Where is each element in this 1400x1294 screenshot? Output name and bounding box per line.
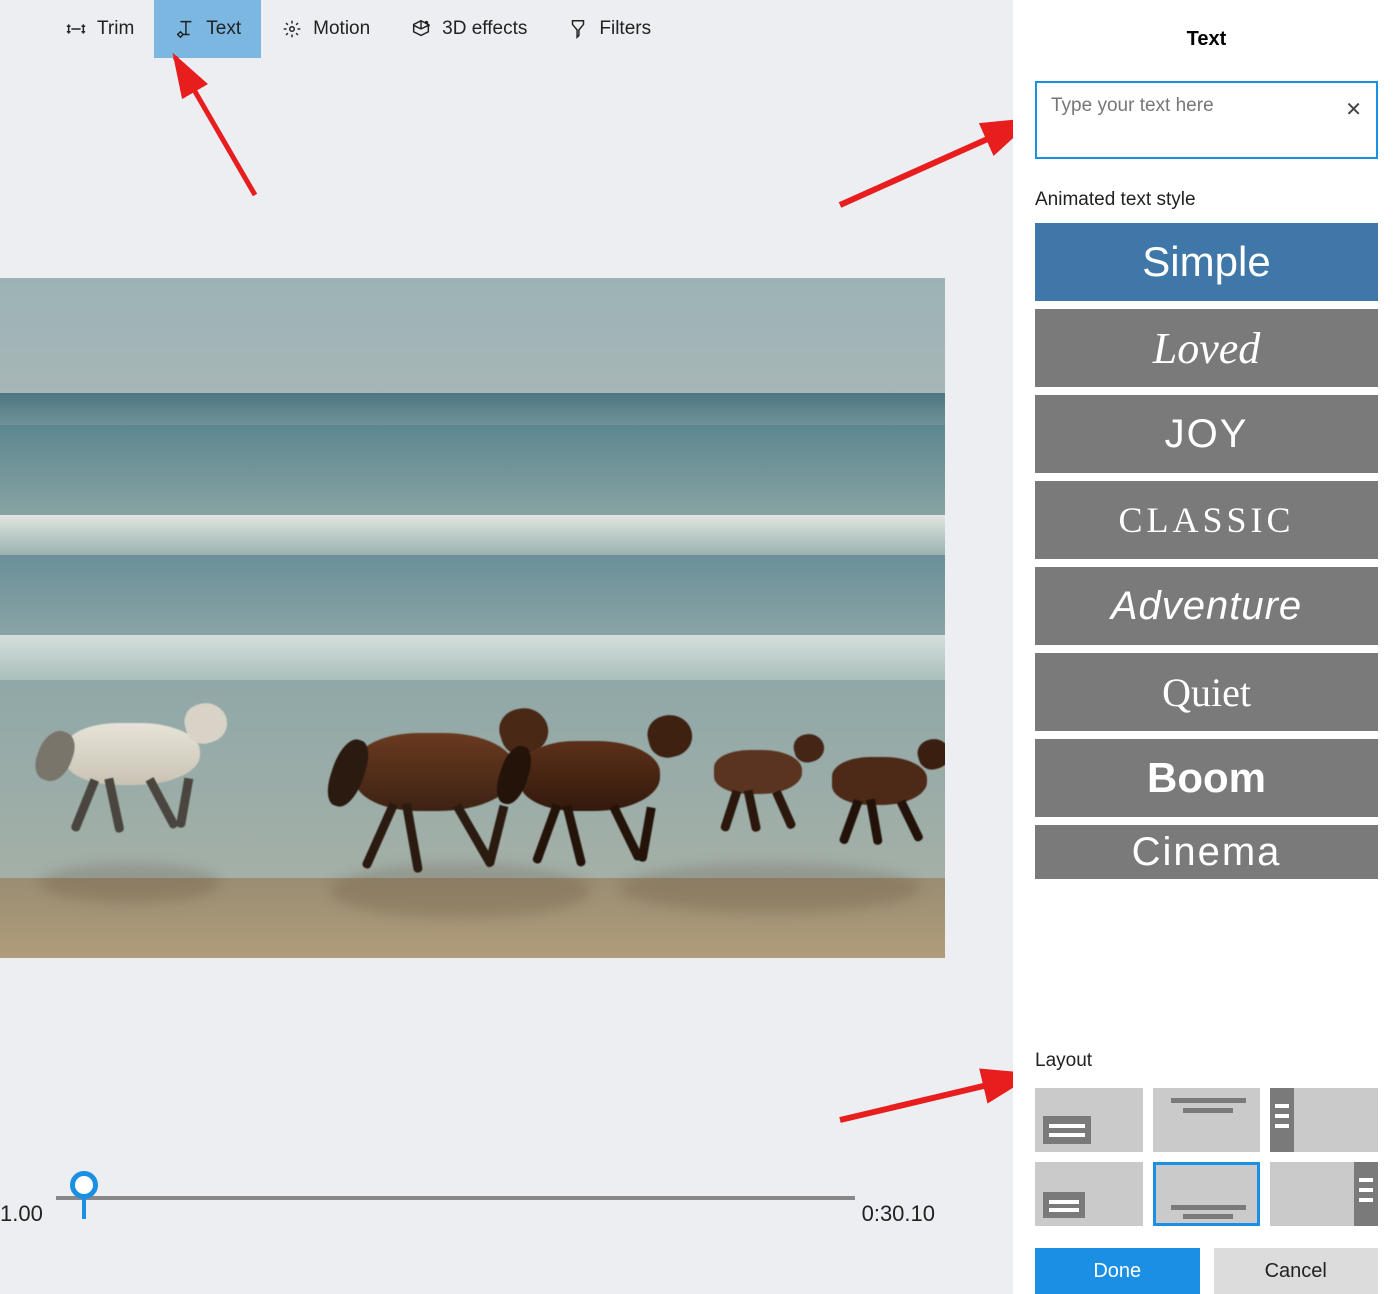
- timeline-end-time: 0:30.10: [862, 1201, 935, 1227]
- filters-button[interactable]: Filters: [547, 0, 671, 58]
- text-style-simple[interactable]: Simple: [1035, 223, 1378, 301]
- text-style-loved[interactable]: Loved: [1035, 309, 1378, 387]
- text-style-joy[interactable]: JOY: [1035, 395, 1378, 473]
- 3d-effects-icon: [410, 18, 432, 40]
- annotation-arrow-layout: [830, 1060, 1040, 1130]
- layout-option-3[interactable]: [1035, 1162, 1143, 1226]
- timeline-playhead[interactable]: [70, 1171, 98, 1199]
- motion-icon: [281, 18, 303, 40]
- motion-button[interactable]: Motion: [261, 0, 390, 58]
- text-style-cinema[interactable]: Cinema: [1035, 825, 1378, 879]
- layout-option-1[interactable]: [1153, 1088, 1261, 1152]
- style-section-label: Animated text style: [1013, 189, 1400, 223]
- cancel-button[interactable]: Cancel: [1214, 1248, 1379, 1294]
- text-style-adventure[interactable]: Adventure: [1035, 567, 1378, 645]
- text-style-quiet[interactable]: Quiet: [1035, 653, 1378, 731]
- editor-main-area: Trim Text Motion 3D effects Filters: [0, 0, 1013, 1294]
- text-panel: Text ✕ Animated text style Simple Loved …: [1013, 0, 1400, 1294]
- filters-label: Filters: [599, 18, 651, 40]
- done-button[interactable]: Done: [1035, 1248, 1200, 1294]
- layout-option-0[interactable]: [1035, 1088, 1143, 1152]
- annotation-arrow-text-input: [830, 105, 1040, 215]
- motion-label: Motion: [313, 18, 370, 40]
- layout-section: Layout: [1013, 1036, 1400, 1226]
- annotation-arrow-text-tool: [160, 45, 280, 205]
- text-input[interactable]: [1051, 95, 1362, 117]
- panel-action-buttons: Done Cancel: [1013, 1226, 1400, 1294]
- trim-icon: [65, 18, 87, 40]
- text-input-container: ✕: [1035, 81, 1378, 159]
- text-label: Text: [206, 18, 241, 40]
- trim-label: Trim: [97, 18, 134, 40]
- layout-option-4[interactable]: [1153, 1162, 1261, 1226]
- clear-text-icon[interactable]: ✕: [1345, 97, 1362, 122]
- video-preview[interactable]: [0, 278, 945, 958]
- 3d-effects-button[interactable]: 3D effects: [390, 0, 547, 58]
- text-button[interactable]: Text: [154, 0, 261, 58]
- timeline-start-time: 1.00: [0, 1201, 43, 1227]
- editor-toolbar: Trim Text Motion 3D effects Filters: [0, 0, 1013, 58]
- text-style-classic[interactable]: CLASSIC: [1035, 481, 1378, 559]
- 3d-effects-label: 3D effects: [442, 18, 527, 40]
- filters-icon: [567, 18, 589, 40]
- layout-option-2[interactable]: [1270, 1088, 1378, 1152]
- timeline-track[interactable]: [56, 1196, 855, 1200]
- timeline: 1.00 0:30.10: [0, 1141, 945, 1246]
- text-style-list: Simple Loved JOY CLASSIC Adventure Quiet…: [1013, 223, 1400, 879]
- text-icon: [174, 18, 196, 40]
- layout-grid: [1035, 1088, 1378, 1226]
- layout-option-5[interactable]: [1270, 1162, 1378, 1226]
- text-style-boom[interactable]: Boom: [1035, 739, 1378, 817]
- panel-title: Text: [1013, 0, 1400, 71]
- layout-section-label: Layout: [1035, 1050, 1378, 1076]
- trim-button[interactable]: Trim: [45, 0, 154, 58]
